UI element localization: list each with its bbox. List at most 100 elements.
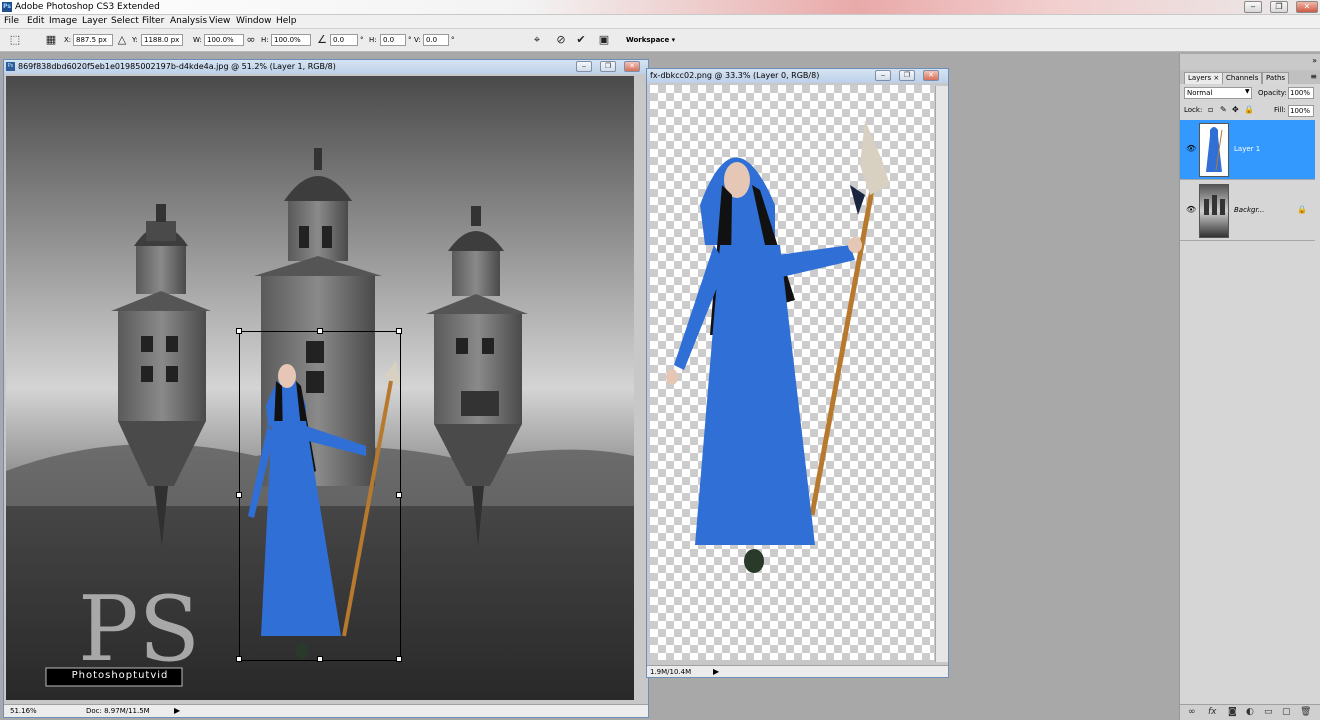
panel-collapse-icon[interactable]: »: [1312, 56, 1317, 65]
fill-field[interactable]: 100%: [1288, 105, 1314, 117]
doc2-vertical-scrollbar[interactable]: [935, 86, 948, 662]
panel-menu-icon[interactable]: ≡: [1310, 72, 1317, 81]
document-icon: Ps: [6, 62, 15, 71]
lock-transparency-icon[interactable]: ▫: [1208, 105, 1213, 114]
layer-thumbnail: [1199, 184, 1229, 238]
tab-layers[interactable]: Layers ×: [1184, 72, 1224, 84]
document-2-title-text: fx-dbkcc02.png @ 33.3% (Layer 0, RGB/8): [650, 71, 820, 80]
menu-image[interactable]: Image: [49, 16, 77, 26]
lock-all-icon[interactable]: 🔒: [1244, 105, 1254, 114]
layers-panel: » Layers × Channels Paths ≡ Normal ▼ Opa…: [1179, 54, 1320, 720]
commit-transform-icon[interactable]: ✔: [574, 33, 588, 47]
workspace-menu[interactable]: Workspace ▾: [626, 36, 675, 44]
transform-handle-top[interactable]: [317, 328, 323, 334]
canvas-2[interactable]: [650, 85, 934, 660]
cutout-artwork: [666, 120, 890, 573]
tab-channels[interactable]: Channels: [1222, 72, 1263, 84]
menu-analysis[interactable]: Analysis: [170, 16, 207, 26]
status-arrow-icon[interactable]: ▶: [174, 705, 180, 717]
transform-handle-top-right[interactable]: [396, 328, 402, 334]
link-icon[interactable]: ∞: [244, 33, 258, 47]
degree-label: °: [360, 36, 364, 44]
x-label: X:: [64, 36, 72, 44]
doc2-close-button[interactable]: ✕: [923, 70, 939, 81]
add-mask-icon[interactable]: ◙: [1228, 707, 1237, 717]
menu-view[interactable]: View: [209, 16, 230, 26]
menu-help[interactable]: Help: [276, 16, 297, 26]
y-field[interactable]: 1188.0 px: [141, 34, 183, 46]
visibility-eye-icon[interactable]: 👁: [1186, 205, 1196, 214]
lock-row: Lock: ▫ ✎ ✥ 🔒 Fill: 100%: [1180, 104, 1320, 120]
document-1-title[interactable]: Ps 869f838dbd6020f5eb1e01985002197b-d4kd…: [4, 60, 648, 74]
doc2-maximize-button[interactable]: ❐: [899, 70, 915, 81]
rotate-field[interactable]: 0.0: [330, 34, 358, 46]
h-label: H:: [261, 36, 269, 44]
width-field[interactable]: 100.0%: [204, 34, 244, 46]
lock-label: Lock:: [1184, 106, 1203, 114]
rotate-icon: ∠: [317, 33, 327, 46]
layer-name[interactable]: Layer 1: [1234, 145, 1260, 153]
document-2-title[interactable]: fx-dbkcc02.png @ 33.3% (Layer 0, RGB/8) …: [647, 69, 948, 83]
minimize-button[interactable]: ‒: [1244, 1, 1262, 13]
v-skew-degree-label: °: [451, 36, 455, 44]
adjustment-layer-icon[interactable]: ◐: [1246, 707, 1254, 717]
doc1-minimize-button[interactable]: ‒: [576, 61, 592, 72]
h-skew-degree-label: °: [408, 36, 412, 44]
blend-row: Normal ▼ Opacity: 100%: [1180, 86, 1320, 102]
opacity-field[interactable]: 100%: [1288, 87, 1314, 99]
new-group-icon[interactable]: ▭: [1264, 707, 1273, 717]
menu-filter[interactable]: Filter: [142, 16, 164, 26]
transform-handle-bottom-left[interactable]: [236, 656, 242, 662]
v-skew-field[interactable]: 0.0: [423, 34, 449, 46]
canvas-1[interactable]: PS Photoshoptutvid: [6, 76, 634, 700]
panel-dock-header: »: [1180, 54, 1320, 70]
layer-style-icon[interactable]: fx: [1208, 707, 1217, 717]
h-skew-label: H:: [369, 36, 377, 44]
visibility-eye-icon[interactable]: 👁: [1186, 144, 1196, 153]
menu-window[interactable]: Window: [236, 16, 272, 26]
transform-handle-top-left[interactable]: [236, 328, 242, 334]
move-tool-icon[interactable]: ⬚: [8, 33, 22, 47]
menu-select[interactable]: Select: [111, 16, 139, 26]
menu-edit[interactable]: Edit: [27, 16, 44, 26]
doc1-maximize-button[interactable]: ❐: [600, 61, 616, 72]
warp-icon[interactable]: ⌖: [530, 33, 544, 47]
panel-tabs: Layers × Channels Paths ≡: [1180, 70, 1320, 84]
doc2-status-arrow-icon[interactable]: ▶: [713, 666, 719, 678]
restore-button[interactable]: ❐: [1270, 1, 1288, 13]
layer-row-layer-1[interactable]: 👁 Layer 1: [1180, 120, 1315, 180]
h-skew-field[interactable]: 0.0: [380, 34, 406, 46]
cancel-transform-icon[interactable]: ⊘: [554, 33, 568, 47]
doc2-minimize-button[interactable]: ‒: [875, 70, 891, 81]
lock-pixels-icon[interactable]: ✎: [1220, 105, 1227, 114]
link-layers-icon[interactable]: ∞: [1188, 707, 1196, 717]
options-bar: ⬚ ▦ X: 887.5 px △ Y: 1188.0 px W: 100.0%…: [0, 29, 1320, 52]
menu-layer[interactable]: Layer: [82, 16, 107, 26]
close-button[interactable]: ✕: [1296, 1, 1318, 13]
lock-position-icon[interactable]: ✥: [1232, 105, 1239, 114]
menu-file[interactable]: File: [4, 16, 19, 26]
zoom-level[interactable]: 51.16%: [10, 705, 37, 717]
transform-handle-right[interactable]: [396, 492, 402, 498]
transform-handle-bottom-right[interactable]: [396, 656, 402, 662]
transform-bounding-box[interactable]: [236, 328, 402, 662]
delete-layer-icon[interactable]: 🗑: [1300, 707, 1311, 717]
doc1-close-button[interactable]: ✕: [624, 61, 640, 72]
height-field[interactable]: 100.0%: [271, 34, 311, 46]
tab-paths[interactable]: Paths: [1262, 72, 1290, 84]
new-layer-icon[interactable]: ▢: [1282, 707, 1291, 717]
x-field[interactable]: 887.5 px: [73, 34, 113, 46]
doc2-size-info[interactable]: 1.9M/10.4M: [650, 666, 691, 678]
layer-name[interactable]: Backgr...: [1234, 206, 1264, 214]
transform-handle-left[interactable]: [236, 492, 242, 498]
layer-row-background[interactable]: 👁 Backgr... 🔒: [1180, 181, 1315, 241]
transform-handle-bottom[interactable]: [317, 656, 323, 662]
reference-point-icon[interactable]: ▦: [44, 33, 58, 47]
bridge-icon[interactable]: ▣: [597, 33, 611, 47]
blend-mode-select[interactable]: Normal: [1184, 87, 1252, 99]
blend-mode-dropdown-icon[interactable]: ▼: [1245, 88, 1250, 95]
relative-position-icon[interactable]: △: [115, 33, 129, 47]
doc-size-info[interactable]: Doc: 8.97M/11.5M: [86, 705, 150, 717]
opacity-label: Opacity:: [1258, 89, 1287, 97]
photoshop-logo-icon: Ps: [2, 2, 12, 12]
